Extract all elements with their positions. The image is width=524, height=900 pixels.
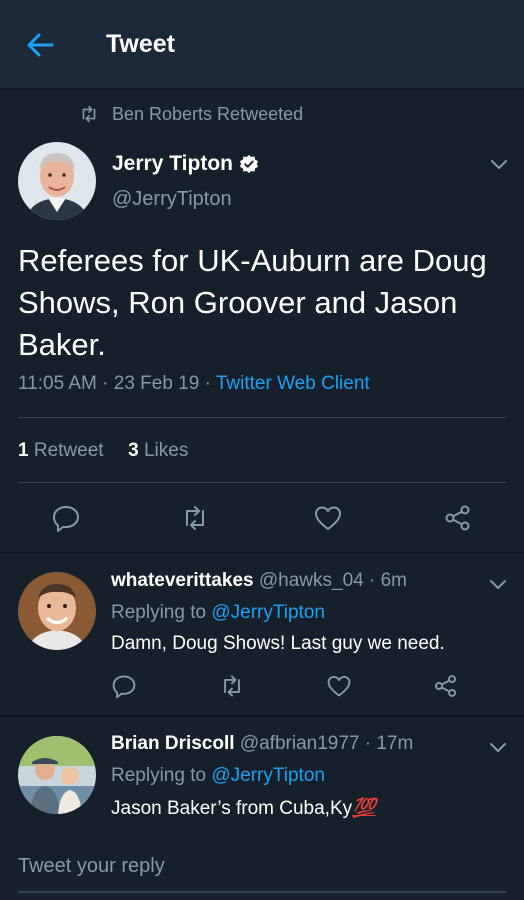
retweet-icon[interactable] <box>219 673 245 699</box>
reply-avatar[interactable] <box>18 572 96 650</box>
like-heart-icon[interactable] <box>313 503 343 533</box>
tweet-timestamp: 11:05 AM · 23 Feb 19 · <box>18 373 216 394</box>
divider <box>0 715 524 717</box>
chevron-down-icon[interactable] <box>488 740 508 754</box>
likes-count[interactable]: 3 Likes <box>128 440 188 461</box>
reply-author-handle[interactable]: @afbrian1977 · 17m <box>235 733 414 754</box>
reply-header: Brian Driscoll @afbrian1977 · 17m <box>111 733 413 755</box>
reply-icon[interactable] <box>51 503 81 533</box>
tweet-meta: 11:05 AM · 23 Feb 19 · Twitter Web Clien… <box>18 373 370 395</box>
verified-badge-icon <box>239 154 258 174</box>
back-arrow-icon[interactable] <box>22 28 60 62</box>
author-name-text: Jerry Tipton <box>112 152 233 175</box>
share-icon[interactable] <box>433 673 459 699</box>
reply-author-name[interactable]: whateverittakes <box>111 570 254 591</box>
reply-author-name[interactable]: Brian Driscoll <box>111 733 235 754</box>
chevron-down-icon[interactable] <box>488 577 508 591</box>
page-title: Tweet <box>106 30 175 58</box>
reply-icon[interactable] <box>111 673 137 699</box>
reply-text: Jason Baker’s from Cuba,Ky💯 <box>111 796 376 820</box>
retweets-count[interactable]: 1 Retweet <box>18 440 104 461</box>
reply-header: whateverittakes @hawks_04 · 6m <box>111 570 407 592</box>
retweeted-by-banner[interactable]: Ben Roberts Retweeted <box>78 102 303 126</box>
reply-text-body: Jason Baker’s from Cuba,Ky <box>111 798 353 819</box>
replying-to-link[interactable]: @JerryTipton <box>211 602 325 623</box>
reply-avatar[interactable] <box>18 736 96 814</box>
author-name[interactable]: Jerry Tipton <box>112 152 259 176</box>
replying-to: Replying to @JerryTipton <box>111 602 325 623</box>
engagement-counts: 1 Retweet 3 Likes <box>18 440 188 462</box>
retweeted-by-text: Ben Roberts Retweeted <box>112 103 304 124</box>
top-bar: Tweet <box>0 0 524 89</box>
reply-text: Damn, Doug Shows! Last guy we need. <box>111 633 445 654</box>
hundred-emoji: 💯 <box>352 798 376 819</box>
divider <box>0 552 524 554</box>
retweet-icon[interactable] <box>180 503 210 533</box>
tweet-source-link[interactable]: Twitter Web Client <box>216 373 370 394</box>
divider <box>18 417 506 418</box>
replying-to: Replying to @JerryTipton <box>111 765 325 786</box>
like-heart-icon[interactable] <box>326 673 352 699</box>
chevron-down-icon[interactable] <box>489 157 509 171</box>
reply-input[interactable]: Tweet your reply <box>18 855 165 878</box>
author-handle[interactable]: @JerryTipton <box>112 188 232 211</box>
share-icon[interactable] <box>443 503 473 533</box>
retweet-icon <box>82 105 96 123</box>
reply-author-handle[interactable]: @hawks_04 · 6m <box>254 570 407 591</box>
input-underline <box>18 891 506 893</box>
divider <box>18 482 506 483</box>
replying-to-link[interactable]: @JerryTipton <box>211 765 325 786</box>
tweet-text: Referees for UK-Auburn are Doug Shows, R… <box>18 243 487 362</box>
author-avatar[interactable] <box>18 142 96 220</box>
